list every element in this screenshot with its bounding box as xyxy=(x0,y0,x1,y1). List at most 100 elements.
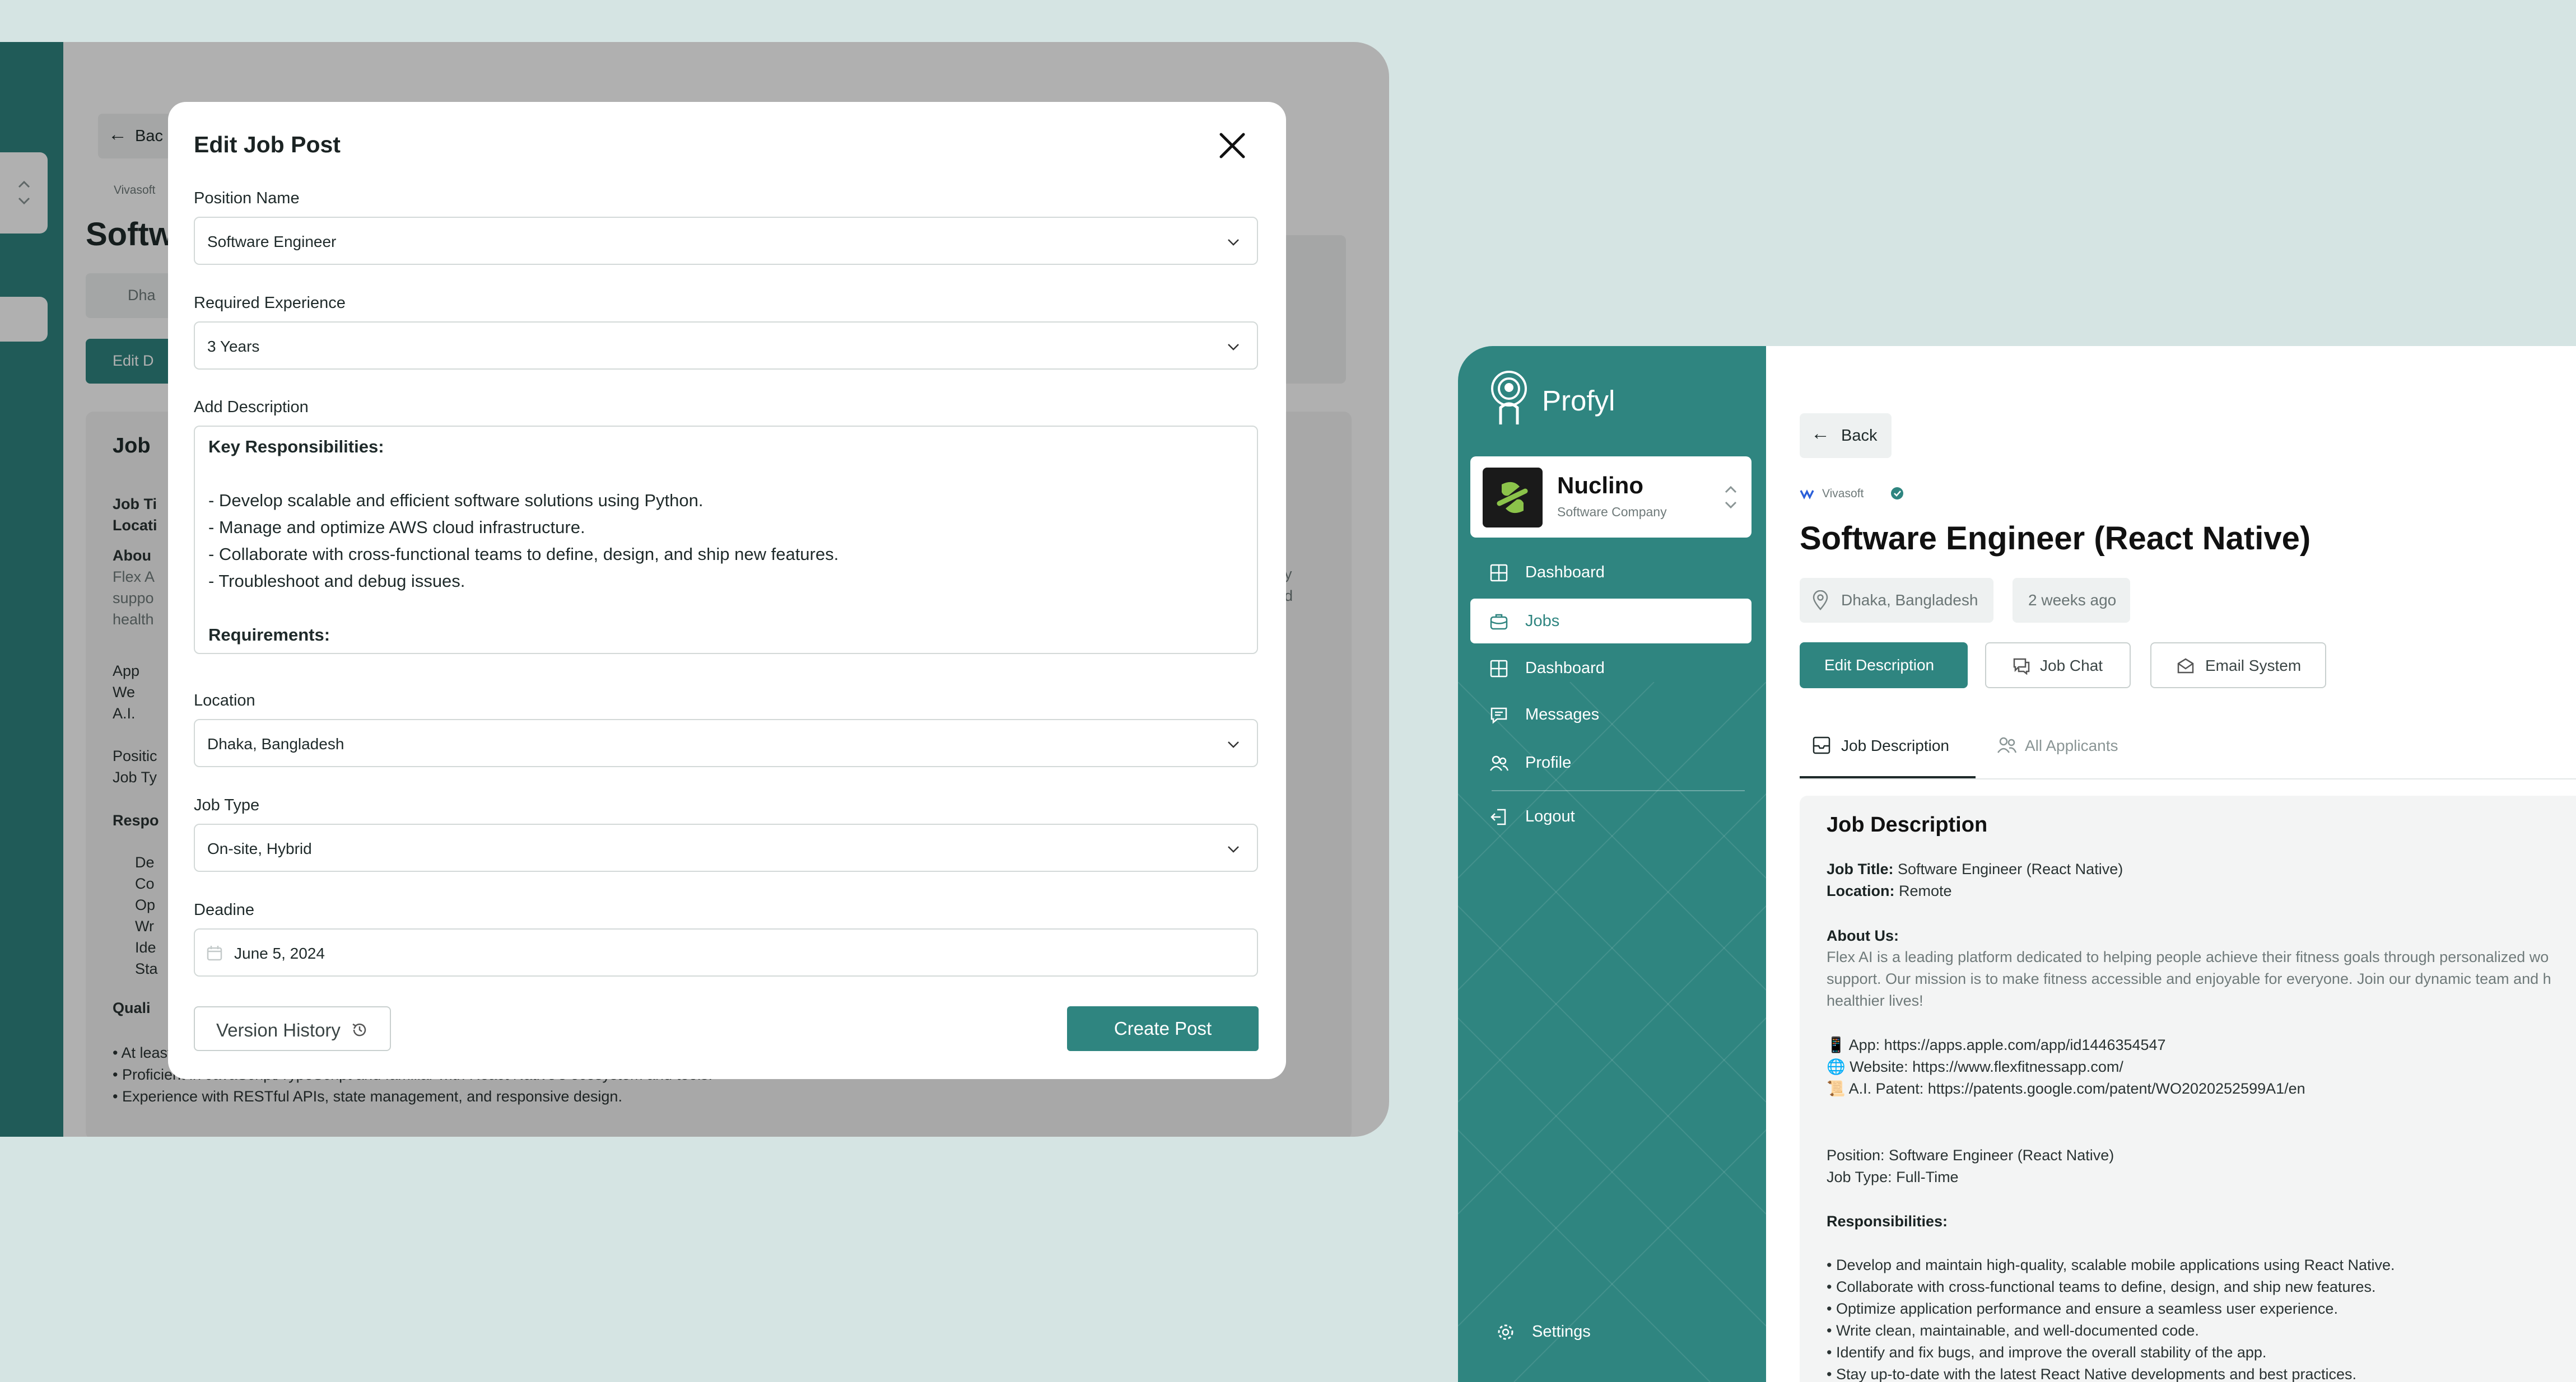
sidebar-item-label: Dashboard xyxy=(1525,563,1605,581)
email-system-button[interactable]: Email System xyxy=(2150,642,2326,688)
responsibility-text: Identify and fix bugs, and improve the o… xyxy=(1836,1344,2267,1361)
description-line: Key Responsibilities: xyxy=(208,437,384,456)
patent-link-line[interactable]: 📜 A.I. Patent: https://patents.google.co… xyxy=(1827,1078,2305,1099)
job-chat-button[interactable]: Job Chat xyxy=(1985,642,2131,688)
sidebar-item-label: Logout xyxy=(1525,807,1575,825)
chevron-down-icon xyxy=(1228,344,1239,351)
responsibility-item: • Stay up-to-date with the latest React … xyxy=(1827,1364,2356,1382)
sidebar-item-dashboard[interactable]: Dashboard xyxy=(1470,550,1752,595)
sidebar-item-settings[interactable]: Settings xyxy=(1470,1309,1752,1354)
location-pin-icon xyxy=(1813,590,1828,610)
sidebar-item-logout[interactable]: Logout xyxy=(1470,794,1752,839)
edit-job-modal: Edit Job Post Position Name Software Eng… xyxy=(168,102,1286,1079)
deadline-label: Deadine xyxy=(194,901,255,919)
tab-job-description[interactable]: Job Description xyxy=(1800,727,1976,778)
sidebar-item-label: Settings xyxy=(1532,1323,1591,1341)
profyl-logo-icon xyxy=(1491,371,1527,424)
logout-icon xyxy=(1490,809,1506,825)
website-link-line[interactable]: 🌐 Website: https://www.flexfitnessapp.co… xyxy=(1827,1057,2123,1077)
description-line xyxy=(208,460,1243,487)
responsibility-text: Optimize application performance and ens… xyxy=(1836,1300,2338,1317)
sidebar-item-profile[interactable]: Profile xyxy=(1470,740,1752,785)
responsibility-item: • Optimize application performance and e… xyxy=(1827,1299,2338,1319)
location-value: Remote xyxy=(1894,883,1952,899)
tab-job-description-label: Job Description xyxy=(1841,737,1949,754)
company-label: Vivasoft xyxy=(1822,487,1864,500)
users-icon xyxy=(1997,737,2017,753)
sidebar-item-messages[interactable]: Messages xyxy=(1470,692,1752,737)
experience-label: Required Experience xyxy=(194,294,346,312)
position-value: Software Engineer xyxy=(207,233,337,250)
description-line: - Troubleshoot and debug issues. xyxy=(208,571,465,591)
briefcase-icon xyxy=(1490,614,1508,630)
job-type-line: Job Type: Full-Time xyxy=(1827,1169,1959,1185)
about-key: About Us: xyxy=(1827,927,1899,944)
bullet-icon: • xyxy=(1827,1300,1836,1317)
edit-description-button[interactable]: Edit Description xyxy=(1800,642,1968,688)
version-history-button[interactable]: Version History xyxy=(194,1006,391,1051)
chevron-down-icon xyxy=(1228,239,1239,246)
job-description-card: Job Description Job Title: Software Engi… xyxy=(1800,796,2576,1382)
version-history-label: Version History xyxy=(216,1020,341,1040)
create-post-button[interactable]: Create Post xyxy=(1067,1006,1259,1051)
back-button[interactable]: ← Back xyxy=(1800,413,1892,458)
experience-value: 3 Years xyxy=(207,338,260,355)
app-link-line[interactable]: 📱 App: https://apps.apple.com/app/id1446… xyxy=(1827,1035,2166,1055)
responsibility-text: Develop and maintain high-quality, scala… xyxy=(1836,1257,2395,1273)
job-type-select[interactable]: On-site, Hybrid xyxy=(194,824,1258,872)
job-title-line: Job Title: Software Engineer (React Nati… xyxy=(1827,859,2123,879)
grid-icon xyxy=(1490,564,1508,582)
job-detail-main: ← Back Vivasoft Software Engineer (React… xyxy=(1766,346,2576,1382)
chevron-down-icon xyxy=(1228,846,1239,853)
company-switcher[interactable]: Nuclino Software Company xyxy=(1470,456,1752,538)
sidebar-item-jobs[interactable]: Jobs xyxy=(1470,599,1752,643)
modal-title: Edit Job Post xyxy=(194,132,341,157)
deadline-value: June 5, 2024 xyxy=(234,945,325,962)
edit-description-label: Edit Description xyxy=(1824,656,1935,674)
position-label: Position Name xyxy=(194,189,300,207)
responsibilities-heading: Responsibilities: xyxy=(1827,1211,1948,1231)
experience-select[interactable]: 3 Years xyxy=(194,321,1258,370)
posted-text: 2 weeks ago xyxy=(2028,591,2117,609)
description-label: Add Description xyxy=(194,398,309,416)
position-select[interactable]: Software Engineer xyxy=(194,217,1258,265)
tab-all-applicants[interactable]: All Applicants xyxy=(1985,727,2130,778)
email-system-label: Email System xyxy=(2205,657,2302,674)
back-label: Back xyxy=(1841,427,1878,445)
description-textarea[interactable]: Key Responsibilities: - Develop scalable … xyxy=(194,426,1258,654)
foreground-app-window: Profyl Nuclino Software Company Dashboar… xyxy=(1458,346,2576,1382)
job-chat-label: Job Chat xyxy=(2040,657,2103,674)
vivasoft-logo-icon xyxy=(1800,489,1814,499)
description-line: - Develop scalable and efficient softwar… xyxy=(208,491,704,510)
responsibility-item: • Identify and fix bugs, and improve the… xyxy=(1827,1342,2266,1362)
position-line: Position: Software Engineer (React Nativ… xyxy=(1827,1147,2114,1164)
sidebar-divider xyxy=(1492,790,1745,791)
grid-icon xyxy=(1490,660,1508,678)
sidebar: Profyl Nuclino Software Company Dashboar… xyxy=(1458,346,1766,1382)
deadline-input[interactable]: June 5, 2024 xyxy=(194,928,1258,977)
responsibility-text: Collaborate with cross-functional teams … xyxy=(1836,1278,2376,1295)
bullet-icon: • xyxy=(1827,1344,1836,1361)
mail-icon xyxy=(2177,658,2194,674)
description-line: - Collaborate with cross-functional team… xyxy=(208,544,839,564)
description-line xyxy=(208,595,1243,622)
responsibility-item: • Develop and maintain high-quality, sca… xyxy=(1827,1255,2395,1275)
responsibility-item: • Collaborate with cross-functional team… xyxy=(1827,1277,2376,1297)
location-key: Location: xyxy=(1827,883,1895,899)
location-select[interactable]: Dhaka, Bangladesh xyxy=(194,719,1258,767)
verified-badge-icon xyxy=(1891,487,1903,499)
close-icon[interactable] xyxy=(1215,129,1249,162)
company-name: Nuclino xyxy=(1557,472,1643,498)
responsibilities-key: Responsibilities: xyxy=(1827,1213,1948,1230)
job-type-value: On-site, Hybrid xyxy=(207,840,312,857)
location-text: Dhaka, Bangladesh xyxy=(1841,591,1978,609)
tab-all-applicants-label: All Applicants xyxy=(2025,737,2118,754)
sidebar-item-label: Messages xyxy=(1525,706,1600,723)
location-value: Dhaka, Bangladesh xyxy=(207,735,344,753)
sidebar-item-label: Dashboard xyxy=(1525,659,1605,677)
bullet-icon: • xyxy=(1827,1278,1836,1295)
sidebar-item-label: Jobs xyxy=(1525,612,1560,630)
sidebar-item-dashboard-2[interactable]: Dashboard xyxy=(1470,646,1752,690)
description-heading: Job Description xyxy=(1827,813,1988,837)
about-heading: About Us: xyxy=(1827,926,1899,946)
